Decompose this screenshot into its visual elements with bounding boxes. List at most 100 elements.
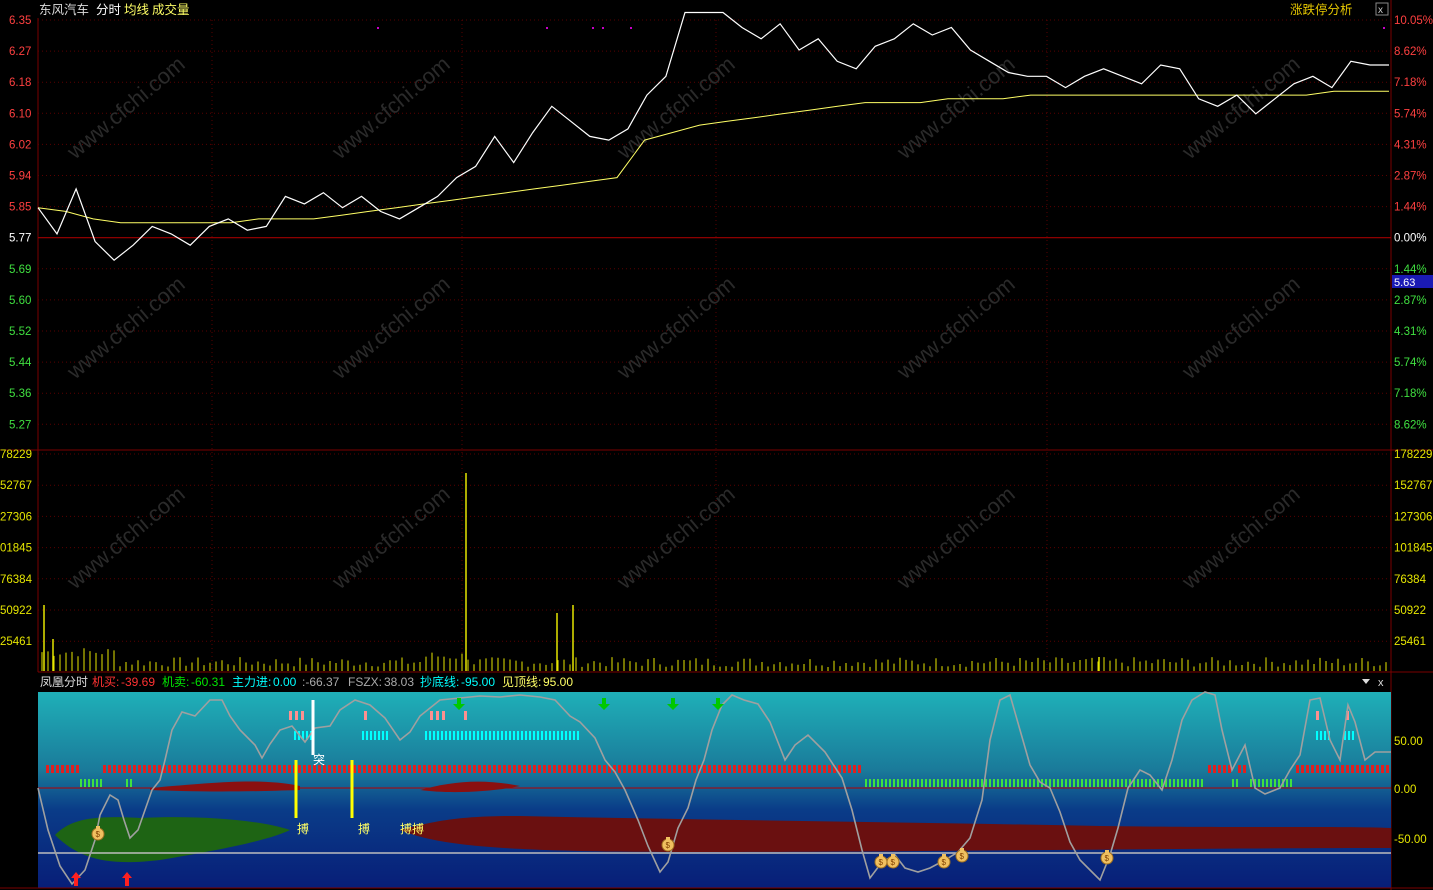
watermark: www.cfchi.com: [611, 481, 739, 594]
intraday-chart: 东风汽车 分时 均线 成交量 涨跌停分析 x www.cfchi.com www.…: [0, 0, 1433, 890]
price-right-axis: 10.05% 8.62% 7.18% 5.74% 4.31% 2.87% 1.44% 0.00…: [1394, 15, 1433, 431]
price-tick-left: 6.10: [9, 108, 31, 120]
volume-tick-right: 101845: [1394, 543, 1432, 555]
indicator-header: 凤凰分时 机买: -39.69 机卖: -60.31 主力进: 0.00 :-6…: [40, 674, 1384, 689]
volume-left-axis: 78229 52767 27306 01845 76384 50922 25461: [0, 449, 33, 648]
price-tick-right: 4.31%: [1394, 139, 1427, 151]
svg-text:$: $: [879, 858, 884, 867]
volume-tick-left: 50922: [0, 605, 32, 617]
price-tick-right: 0.00%: [1394, 233, 1427, 245]
watermark: www.cfchi.com: [1176, 51, 1304, 164]
price-tick-left: 6.27: [9, 46, 31, 58]
svg-text:$: $: [1105, 854, 1110, 863]
purple-dots: [377, 27, 1385, 29]
volume-tick-left: 76384: [0, 574, 33, 586]
marker-bobo: 搏搏: [400, 822, 424, 836]
price-tick-left: 5.85: [9, 202, 31, 214]
volume-tick-right: 127306: [1394, 511, 1432, 523]
buy-label: 机买:: [92, 675, 119, 689]
menu-intraday[interactable]: 分时: [96, 3, 122, 17]
volume-tick-right: 178229: [1394, 449, 1432, 461]
price-tick-left: 5.36: [9, 388, 31, 400]
price-tick-right: 1.44%: [1394, 264, 1427, 276]
watermark: www.cfchi.com: [891, 271, 1019, 384]
svg-text:$: $: [666, 841, 671, 850]
volume-tick-left: 01845: [0, 543, 32, 555]
cursor-price: 5.63: [1394, 277, 1415, 289]
main-in-label: 主力进:: [232, 675, 271, 689]
volume-tick-right: 76384: [1394, 574, 1427, 586]
price-tick-left: 5.44: [9, 357, 32, 369]
svg-text:$: $: [960, 852, 965, 861]
price-tick-left: 5.60: [9, 295, 31, 307]
dropdown-icon[interactable]: [1362, 679, 1370, 684]
price-tick-right: 8.62%: [1394, 46, 1427, 58]
watermark: www.cfchi.com: [1176, 271, 1304, 384]
price-tick-left: 5.69: [9, 264, 31, 276]
indicator-right-axis: 50.00 0.00 -50.00: [1394, 736, 1427, 846]
limit-analysis-button[interactable]: 涨跌停分析: [1290, 2, 1353, 17]
volume-tick-left: 78229: [0, 449, 32, 461]
price-tick-left: 5.77: [9, 233, 31, 245]
price-tick-right: 8.62%: [1394, 419, 1427, 431]
close-icon[interactable]: x: [1378, 677, 1384, 689]
marker-bo-2: 搏: [358, 822, 370, 836]
marker-tu: 突: [313, 752, 325, 767]
sell-label: 机卖:: [162, 675, 189, 689]
price-left-axis: 6.35 6.27 6.18 6.10 6.02 5.94 5.85 5.77 5.69 5.60…: [9, 15, 32, 431]
menu-avg-line[interactable]: 均线: [124, 3, 150, 17]
watermark: www.cfchi.com: [611, 51, 739, 164]
buy-value: -39.69: [121, 675, 155, 689]
fszx-value: 38.03: [384, 675, 414, 689]
price-tick-right: 2.87%: [1394, 171, 1427, 183]
main-in-value: 0.00: [273, 675, 297, 689]
price-tick-right: 10.05%: [1394, 15, 1433, 27]
watermark: www.cfchi.com: [891, 481, 1019, 594]
top-line-value: 95.00: [543, 675, 573, 689]
price-tick-right: 5.74%: [1394, 357, 1427, 369]
volume-tick-left: 27306: [0, 511, 32, 523]
indicator-tick: 0.00: [1394, 784, 1416, 796]
price-tick-right: 2.87%: [1394, 295, 1427, 307]
svg-text:$: $: [942, 858, 947, 867]
watermark: www.cfchi.com: [326, 51, 454, 164]
volume-tick-right: 50922: [1394, 605, 1426, 617]
watermark: www.cfchi.com: [326, 481, 454, 594]
watermark: www.cfchi.com: [326, 271, 454, 384]
extra-value: :-66.37: [302, 675, 340, 689]
volume-tick-right: 25461: [1394, 636, 1426, 648]
volume-right-axis: 178229 152767 127306 101845 76384 50922 25461: [1394, 449, 1432, 648]
price-tick-left: 5.52: [9, 326, 31, 338]
svg-text:$: $: [96, 830, 101, 839]
price-tick-right: 4.31%: [1394, 326, 1427, 338]
watermark: www.cfchi.com: [611, 271, 739, 384]
price-tick-right: 1.44%: [1394, 202, 1427, 214]
stock-name: 东风汽车: [39, 2, 89, 17]
top-header: 东风汽车 分时 均线 成交量 涨跌停分析 x: [39, 2, 1389, 17]
indicator-name: 凤凰分时: [40, 675, 88, 689]
watermark: www.cfchi.com: [1176, 481, 1304, 594]
close-icon[interactable]: x: [1378, 5, 1383, 16]
price-tick-right: 7.18%: [1394, 388, 1427, 400]
price-tick-left: 5.27: [9, 419, 31, 431]
price-tick-left: 6.35: [9, 15, 31, 27]
price-tick-right: 7.18%: [1394, 77, 1427, 89]
price-tick-left: 6.02: [9, 139, 31, 151]
menu-volume[interactable]: 成交量: [152, 2, 190, 17]
price-tick-right: 5.74%: [1394, 108, 1427, 120]
price-tick-left: 5.94: [9, 171, 32, 183]
fszx-label: FSZX:: [348, 675, 382, 689]
marker-bo-1: 搏: [297, 822, 309, 836]
price-tick-left: 6.18: [9, 77, 31, 89]
sell-value: -60.31: [191, 675, 225, 689]
top-line-label: 见顶线:: [502, 675, 541, 689]
volume-tick-right: 152767: [1394, 480, 1432, 492]
svg-text:$: $: [891, 858, 896, 867]
bottom-line-label: 抄底线:: [420, 674, 459, 689]
volume-tick-left: 52767: [0, 480, 32, 492]
bottom-line-value: -95.00: [461, 675, 495, 689]
watermark: www.cfchi.com: [61, 481, 189, 594]
watermark: www.cfchi.com: [61, 51, 189, 164]
indicator-tick: 50.00: [1394, 736, 1423, 748]
watermark: www.cfchi.com: [61, 271, 189, 384]
